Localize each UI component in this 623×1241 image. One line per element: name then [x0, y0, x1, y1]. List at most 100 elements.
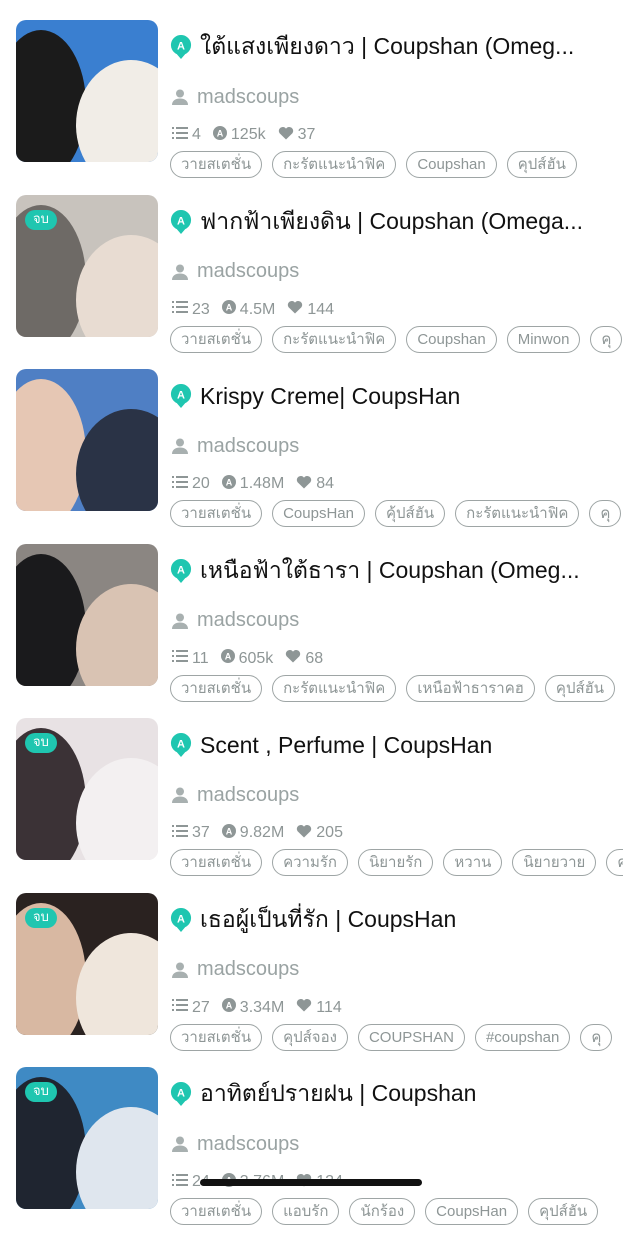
tag-chip[interactable]: COUPSHAN [357, 1023, 465, 1051]
tag-chip[interactable]: CoupsHan [425, 1198, 519, 1225]
cover-figure [76, 409, 158, 511]
view-count-value: 4.5M [239, 300, 276, 318]
tag-chip[interactable]: คุปส์ฮัน [528, 1198, 599, 1225]
view-count: A 1.48M [221, 474, 284, 494]
tags-row: วายสเตชั่น คุปส์จอง COUPSHAN #coupshan คุ [170, 1023, 623, 1052]
story-title[interactable]: เธอผู้เป็นที่รัก | CoupsHan [200, 902, 456, 938]
author-row[interactable]: madscoups [170, 431, 299, 461]
tag-chip[interactable]: Coupshan [406, 151, 497, 178]
tag-chip[interactable]: วายสเตชั่น [170, 325, 263, 353]
tag-chip[interactable]: #coupshan [474, 1023, 571, 1051]
tag-chip[interactable]: วายสเตชั่น [170, 849, 263, 876]
tag-chip[interactable]: นิยายวาย [512, 849, 597, 876]
svg-text:A: A [226, 303, 233, 313]
story-title[interactable]: Scent , Perfume | CoupsHan [200, 732, 492, 759]
author-row[interactable]: madscoups [170, 606, 299, 636]
story-title-row[interactable]: A Scent , Perfume | CoupsHan [170, 728, 623, 762]
author-row[interactable]: madscoups [170, 955, 299, 985]
story-cover-image[interactable] [16, 20, 158, 162]
chapter-count: 23 [172, 300, 210, 319]
tag-chip[interactable]: กะรัตแนะนำฟิค [272, 151, 397, 178]
tag-chip[interactable]: คุปส์ฮัน [544, 674, 616, 702]
story-item[interactable]: จบ A ฟากฟ้าเพียงดิน | Coupshan (Omega... ma… [0, 194, 623, 369]
svg-text:A: A [177, 390, 185, 402]
chapter-count: 37 [172, 824, 210, 843]
cover-figure [76, 60, 158, 162]
tag-chip[interactable]: วายสเตชั่น [170, 500, 263, 527]
completed-badge: จบ [25, 1082, 57, 1102]
like-count: 144 [287, 300, 334, 319]
author-name[interactable]: madscoups [197, 609, 299, 632]
author-name[interactable]: madscoups [197, 958, 299, 981]
story-title[interactable]: ใต้แสงเพียงดาว | Coupshan (Omeg... [200, 29, 574, 65]
tags-row: วายสเตชั่น ความรัก นิยายรัก หวาน นิยายวาย คุ [170, 849, 623, 877]
author-row[interactable]: madscoups [170, 82, 299, 112]
author-name[interactable]: madscoups [197, 784, 299, 807]
tag-chip[interactable]: คุปส์จอง [272, 1023, 348, 1051]
tag-chip[interactable]: วายสเตชั่น [170, 1023, 263, 1051]
tag-chip[interactable]: วายสเตชั่น [170, 674, 263, 702]
chapter-count-value: 11 [192, 649, 209, 667]
heart-icon [296, 475, 316, 494]
story-item[interactable]: จบAอาทิตย์ปรายฝน | Coupshanmadscoups24A3… [0, 1067, 623, 1241]
story-item[interactable]: จบ A Scent , Perfume | CoupsHan madscoups 37… [0, 718, 623, 892]
story-title[interactable]: Krispy Creme| CoupsHan [200, 383, 460, 410]
tag-chip[interactable]: CoupsHan [272, 500, 365, 527]
tag-chip[interactable]: วายสเตชั่น [170, 1198, 263, 1225]
tag-chip[interactable]: กะรัตแนะนำฟิค [272, 325, 397, 353]
story-title[interactable]: อาทิตย์ปรายฝน | Coupshan [200, 1076, 476, 1112]
a-circle-icon: A [170, 907, 192, 933]
story-title-row[interactable]: A ใต้แสงเพียงดาว | Coupshan (Omeg... [170, 30, 623, 64]
author-name[interactable]: madscoups [197, 86, 299, 109]
tag-chip[interactable]: กะรัตแนะนำฟิค [455, 500, 580, 527]
svg-text:A: A [177, 215, 185, 227]
author-name[interactable]: madscoups [197, 260, 299, 283]
story-title[interactable]: เหนือฟ้าใต้ธารา | Coupshan (Omeg... [200, 553, 580, 589]
tag-chip[interactable]: แอบรัก [272, 1198, 340, 1225]
story-item[interactable]: A Krispy Creme| CoupsHan madscoups 20 A 1.48M… [0, 369, 623, 543]
tag-chip[interactable]: กะรัตแนะนำฟิค [272, 674, 397, 702]
author-name[interactable]: madscoups [197, 1133, 299, 1156]
tag-chip[interactable]: เหนือฟ้าธาราคฮ [406, 674, 535, 702]
tag-chip[interactable]: คุ [606, 849, 623, 876]
story-title-row[interactable]: A Krispy Creme| CoupsHan [170, 379, 623, 413]
tag-chip[interactable]: วายสเตชั่น [170, 151, 263, 178]
tag-chip[interactable]: นักร้อง [349, 1198, 416, 1225]
a-circle-icon: A [221, 998, 240, 1017]
story-title-row[interactable]: A เหนือฟ้าใต้ธารา | Coupshan (Omeg... [170, 554, 623, 588]
tag-chip[interactable]: คุปส์ฮัน [506, 151, 577, 178]
tag-chip[interactable]: Coupshan [406, 325, 497, 353]
story-title[interactable]: ฟากฟ้าเพียงดิน | Coupshan (Omega... [200, 204, 583, 240]
story-item[interactable]: จบ A เธอผู้เป็นที่รัก | CoupsHan madscoups 2… [0, 892, 623, 1067]
story-title-row[interactable]: A เธอผู้เป็นที่รัก | CoupsHan [170, 903, 623, 937]
author-row[interactable]: madscoups [170, 780, 299, 810]
story-title-row[interactable]: A ฟากฟ้าเพียงดิน | Coupshan (Omega... [170, 205, 623, 239]
tag-chip[interactable]: หวาน [443, 849, 503, 876]
a-circle-icon: A [170, 1081, 192, 1107]
tag-chip[interactable]: Minwon [506, 325, 581, 353]
view-count: A 4.5M [221, 300, 276, 319]
story-title-row[interactable]: A อาทิตย์ปรายฝน | Coupshan [170, 1077, 623, 1111]
like-count: 37 [278, 126, 315, 145]
tag-chip[interactable]: คุ้ปส์ฮัน [374, 500, 446, 527]
stats-row: 4 A 125k 37 [172, 124, 327, 146]
view-count: A 9.82M [221, 823, 284, 843]
tag-chip[interactable]: คุ [580, 1023, 613, 1051]
story-cover-image[interactable] [16, 369, 158, 511]
tag-chip[interactable]: คุ [589, 500, 622, 527]
tag-chip[interactable]: นิยายรัก [358, 849, 434, 876]
story-cover-image[interactable] [16, 543, 158, 686]
like-count-value: 114 [316, 998, 342, 1016]
a-circle-icon: A [212, 125, 231, 145]
like-count: 205 [296, 824, 343, 843]
list-icon [172, 649, 192, 668]
view-count-value: 605k [238, 649, 274, 667]
tag-chip[interactable]: คุ [590, 325, 623, 353]
author-row[interactable]: madscoups [170, 1129, 299, 1159]
svg-text:A: A [226, 1001, 233, 1011]
author-row[interactable]: madscoups [170, 257, 299, 287]
author-name[interactable]: madscoups [197, 435, 299, 458]
tag-chip[interactable]: ความรัก [272, 849, 348, 876]
story-item[interactable]: A ใต้แสงเพียงดาว | Coupshan (Omeg... madsc… [0, 20, 623, 194]
story-item[interactable]: A เหนือฟ้าใต้ธารา | Coupshan (Omeg... mads… [0, 543, 623, 718]
